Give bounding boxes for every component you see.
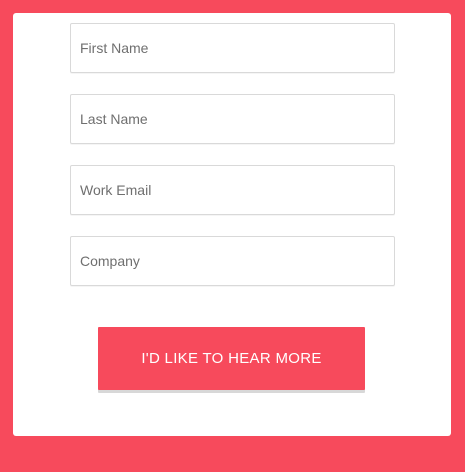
hear-more-button[interactable]: I'D LIKE TO HEAR MORE — [98, 327, 365, 390]
last-name-field[interactable] — [71, 95, 394, 143]
work-email-field-wrapper — [70, 165, 395, 215]
company-field-wrapper — [70, 236, 395, 286]
signup-card: I'D LIKE TO HEAR MORE — [13, 13, 451, 436]
last-name-field-wrapper — [70, 94, 395, 144]
work-email-field[interactable] — [71, 166, 394, 214]
first-name-field[interactable] — [71, 24, 394, 72]
company-field[interactable] — [71, 237, 394, 285]
first-name-field-wrapper — [70, 23, 395, 73]
